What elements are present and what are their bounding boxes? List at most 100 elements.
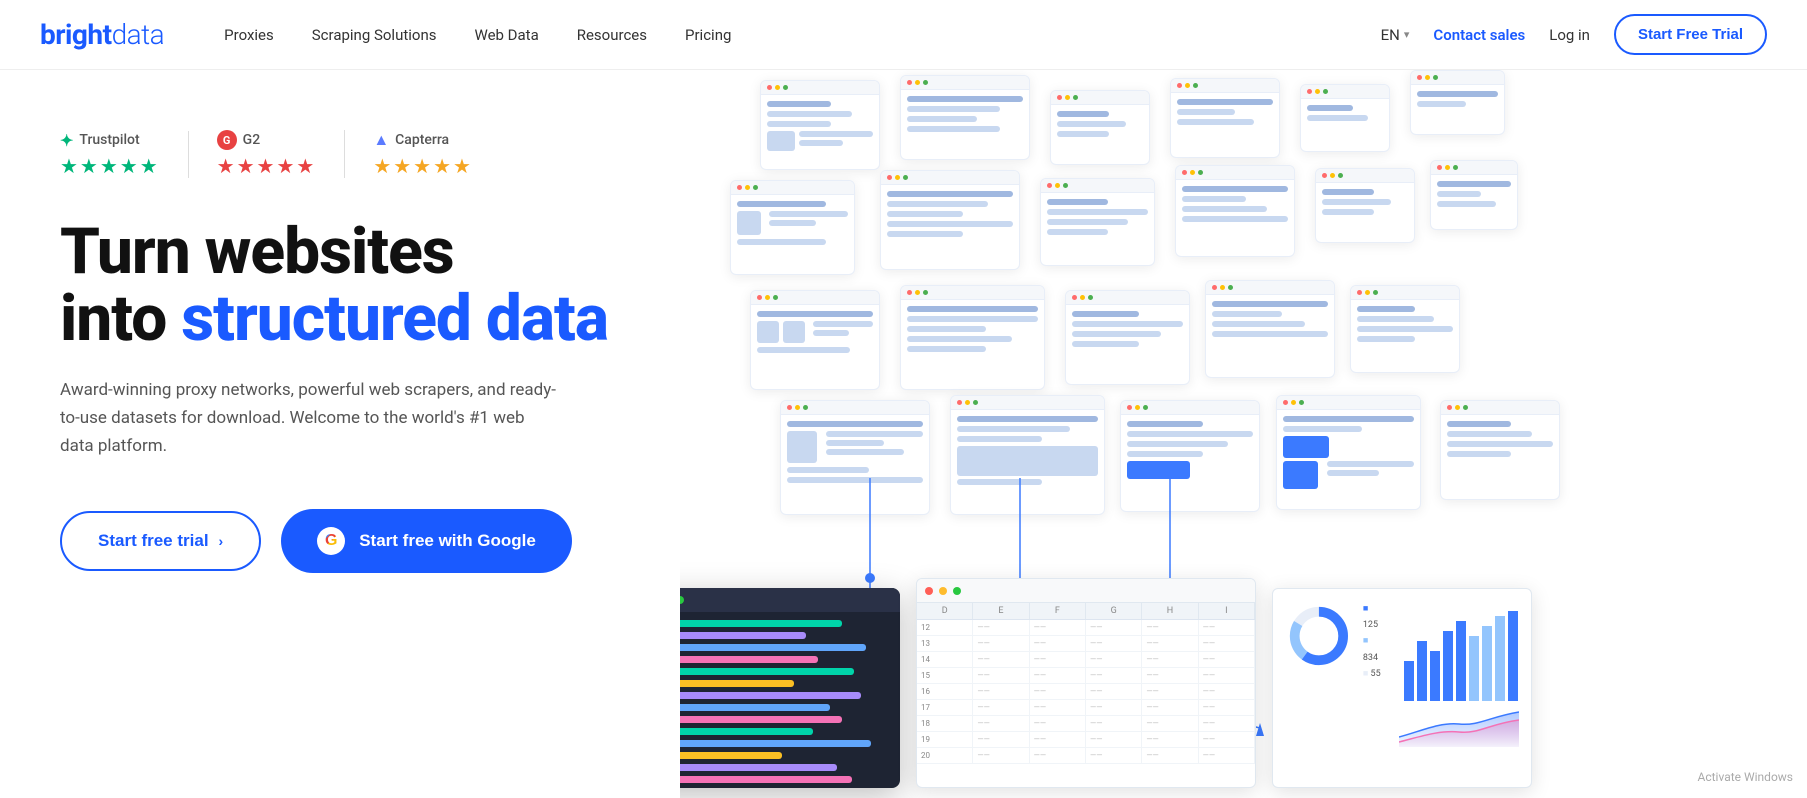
table-row: 17—————————— xyxy=(917,700,1255,716)
activate-watermark: Activate Windows xyxy=(1698,770,1793,784)
area-chart xyxy=(1399,702,1519,747)
table-row: 13—————————— xyxy=(917,636,1255,652)
ratings-row: ✦ Trustpilot ★★★★★ G G2 ★★★★★ ▲ Capterra… xyxy=(60,130,680,178)
browser-card-20 xyxy=(1120,400,1260,512)
table-row: 19—————————— xyxy=(917,732,1255,748)
g2-label: G2 xyxy=(243,132,261,148)
contact-sales-link[interactable]: Contact sales xyxy=(1433,26,1525,44)
language-selector[interactable]: EN ▾ xyxy=(1381,26,1410,44)
logo-data: data xyxy=(112,18,165,51)
g2-icon: G xyxy=(217,130,237,150)
trustpilot-stars: ★★★★★ xyxy=(60,154,160,178)
spreadsheet-header xyxy=(917,579,1255,603)
col-h: H xyxy=(1142,603,1198,619)
hero-line2-prefix: into xyxy=(60,281,181,356)
hero-subtext: Award-winning proxy networks, powerful w… xyxy=(60,376,560,460)
g2-rating: G G2 ★★★★★ xyxy=(217,130,346,178)
hero-line2-highlight: structured data xyxy=(181,281,608,356)
nav-link-webdata[interactable]: Web Data xyxy=(474,26,538,44)
col-f: F xyxy=(1030,603,1086,619)
main-content: ✦ Trustpilot ★★★★★ G G2 ★★★★★ ▲ Capterra… xyxy=(0,70,1807,798)
trustpilot-brand: ✦ Trustpilot xyxy=(60,131,140,150)
browser-cards-area xyxy=(680,70,1807,538)
browser-card-21 xyxy=(1276,395,1421,510)
trustpilot-label: Trustpilot xyxy=(79,132,139,148)
nav-right: EN ▾ Contact sales Log in Start Free Tri… xyxy=(1381,14,1767,55)
spreadsheet-col-headers: D E F G H I xyxy=(917,603,1255,620)
browser-card-16 xyxy=(1205,280,1335,378)
capterra-label: Capterra xyxy=(395,132,449,148)
table-row: 16—————————— xyxy=(917,684,1255,700)
bar-chart xyxy=(1399,601,1519,701)
capterra-rating: ▲ Capterra ★★★★★ xyxy=(373,130,501,178)
capterra-icon: ▲ xyxy=(373,130,389,150)
arrow-right-icon: › xyxy=(219,533,224,549)
browser-card-8 xyxy=(880,170,1020,270)
nav-link-proxies[interactable]: Proxies xyxy=(224,26,274,44)
hero-line1: Turn websites xyxy=(60,214,454,289)
nav-link-pricing[interactable]: Pricing xyxy=(685,26,731,44)
capterra-stars: ★★★★★ xyxy=(373,154,473,178)
logo-bright: bright xyxy=(40,18,112,51)
nav-link-resources[interactable]: Resources xyxy=(577,26,647,44)
google-signin-button[interactable]: G Start free with Google xyxy=(281,509,572,573)
term-max-dot xyxy=(680,596,684,604)
start-trial-button[interactable]: Start free trial › xyxy=(60,511,261,571)
nav-trial-button[interactable]: Start Free Trial xyxy=(1614,14,1767,55)
trial-button-label: Start free trial xyxy=(98,531,209,551)
login-link[interactable]: Log in xyxy=(1549,26,1590,44)
browser-card-7 xyxy=(730,180,855,275)
browser-card-3 xyxy=(1050,90,1150,165)
logo[interactable]: brightdata xyxy=(40,18,164,51)
browser-card-19 xyxy=(950,395,1105,515)
browser-card-9 xyxy=(1040,178,1155,266)
dashboard-window: ■ 125 ■ 834 ■ 55 xyxy=(1272,588,1532,788)
google-g-icon: G xyxy=(325,532,337,550)
hero-heading: Turn websites into structured data xyxy=(60,218,680,352)
chevron-down-icon: ▾ xyxy=(1404,28,1410,41)
terminal-bar xyxy=(680,588,900,612)
table-row: 14—————————— xyxy=(917,652,1255,668)
browser-card-6 xyxy=(1410,70,1505,135)
browser-card-22 xyxy=(1440,400,1560,500)
browser-card-10 xyxy=(1175,165,1295,257)
browser-card-11 xyxy=(1315,168,1415,243)
spreadsheet-rows: 12—————————— 13—————————— 14—————————— 1… xyxy=(917,620,1255,764)
spreadsheet-window: D E F G H I 12—————————— 13—————————— 14… xyxy=(916,578,1256,788)
browser-card-5 xyxy=(1300,84,1390,152)
hero-left: ✦ Trustpilot ★★★★★ G G2 ★★★★★ ▲ Capterra… xyxy=(0,70,680,798)
col-i: I xyxy=(1199,603,1255,619)
browser-card-17 xyxy=(1350,285,1460,373)
g2-brand: G G2 xyxy=(217,130,261,150)
nav-link-scraping[interactable]: Scraping Solutions xyxy=(312,26,437,44)
google-button-label: Start free with Google xyxy=(359,531,536,551)
nav-links: Proxies Scraping Solutions Web Data Reso… xyxy=(224,26,1380,44)
donut-chart xyxy=(1285,601,1353,671)
browser-card-2 xyxy=(900,75,1030,160)
browser-card-4 xyxy=(1170,78,1280,158)
col-d: D xyxy=(917,603,973,619)
table-row: 18—————————— xyxy=(917,716,1255,732)
terminal-body xyxy=(680,612,900,788)
hero-illustration: D E F G H I 12—————————— 13—————————— 14… xyxy=(680,70,1807,798)
navbar: brightdata Proxies Scraping Solutions We… xyxy=(0,0,1807,70)
terminal-window xyxy=(680,588,900,788)
browser-card-18 xyxy=(780,400,930,515)
cta-buttons: Start free trial › G Start free with Goo… xyxy=(60,509,680,573)
browser-card-1 xyxy=(760,80,880,170)
col-e: E xyxy=(973,603,1029,619)
trustpilot-icon: ✦ xyxy=(60,131,73,150)
g2-stars: ★★★★★ xyxy=(217,154,317,178)
browser-card-15 xyxy=(1065,290,1190,385)
table-row: 15—————————— xyxy=(917,668,1255,684)
browser-card-12 xyxy=(1430,160,1518,230)
trustpilot-rating: ✦ Trustpilot ★★★★★ xyxy=(60,131,189,178)
capterra-brand: ▲ Capterra xyxy=(373,130,449,150)
bottom-visuals: D E F G H I 12—————————— 13—————————— 14… xyxy=(680,558,1807,788)
browser-card-13 xyxy=(750,290,880,390)
browser-card-14 xyxy=(900,285,1045,390)
table-row: 12—————————— xyxy=(917,620,1255,636)
table-row: 20—————————— xyxy=(917,748,1255,764)
col-g: G xyxy=(1086,603,1142,619)
google-logo: G xyxy=(317,527,345,555)
